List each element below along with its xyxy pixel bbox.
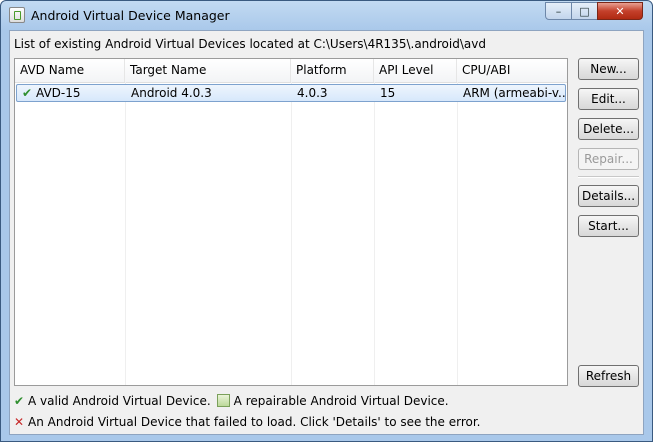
maximize-button[interactable]: □: [571, 2, 598, 20]
valid-check-icon: ✔: [14, 394, 25, 408]
minimize-button[interactable]: –: [545, 2, 572, 20]
start-button[interactable]: Start...: [578, 215, 639, 237]
new-button[interactable]: New...: [578, 58, 639, 80]
column-divider: [374, 82, 375, 385]
android-app-icon: [9, 7, 25, 23]
repairable-device-icon: [216, 394, 230, 407]
column-divider: [291, 82, 292, 385]
avd-manager-window: Android Virtual Device Manager – □ ✕ Lis…: [0, 0, 653, 442]
column-header-api-level[interactable]: API Level: [374, 59, 457, 82]
cell-api-level: 15: [380, 86, 396, 100]
cell-avd-name: ✔ AVD-15: [17, 85, 126, 101]
avd-table[interactable]: AVD Name Target Name Platform API Level …: [14, 58, 568, 386]
title-bar[interactable]: Android Virtual Device Manager – □ ✕: [1, 1, 652, 30]
close-button[interactable]: ✕: [597, 2, 643, 20]
check-icon: ✔: [22, 86, 33, 100]
table-header: AVD Name Target Name Platform API Level …: [15, 59, 567, 83]
legend-repairable-text: A repairable Android Virtual Device.: [233, 394, 449, 408]
cell-cpu-abi: ARM (armeabi-v...: [463, 86, 566, 100]
button-separator: [578, 176, 639, 178]
column-divider: [457, 82, 458, 385]
error-x-icon: ✕: [14, 415, 25, 429]
column-header-target-name[interactable]: Target Name: [125, 59, 291, 82]
legend-failed-text: An Android Virtual Device that failed to…: [28, 415, 481, 429]
legend-failed: ✕ An Android Virtual Device that failed t…: [14, 414, 480, 430]
details-button[interactable]: Details...: [578, 185, 639, 207]
avd-location-label: List of existing Android Virtual Devices…: [14, 37, 486, 51]
cell-platform: 4.0.3: [297, 86, 328, 100]
column-header-platform[interactable]: Platform: [291, 59, 374, 82]
client-area: List of existing Android Virtual Devices…: [9, 30, 644, 435]
column-header-avd-name[interactable]: AVD Name: [15, 59, 125, 82]
refresh-button[interactable]: Refresh: [578, 365, 639, 387]
edit-button[interactable]: Edit...: [578, 88, 639, 110]
repair-button[interactable]: Repair...: [578, 148, 639, 170]
table-row[interactable]: ✔ AVD-15 Android 4.0.3 4.0.3 15 ARM (arme…: [16, 84, 566, 102]
column-header-cpu-abi[interactable]: CPU/ABI: [457, 59, 567, 82]
legend-valid-repairable: ✔ A valid Android Virtual Device. A repair…: [14, 393, 449, 409]
window-title: Android Virtual Device Manager: [31, 8, 230, 23]
cell-target-name: Android 4.0.3: [131, 86, 212, 100]
legend-valid-text: A valid Android Virtual Device.: [28, 394, 211, 408]
avd-name-text: AVD-15: [36, 86, 81, 100]
column-divider: [125, 82, 126, 385]
delete-button[interactable]: Delete...: [578, 118, 639, 140]
